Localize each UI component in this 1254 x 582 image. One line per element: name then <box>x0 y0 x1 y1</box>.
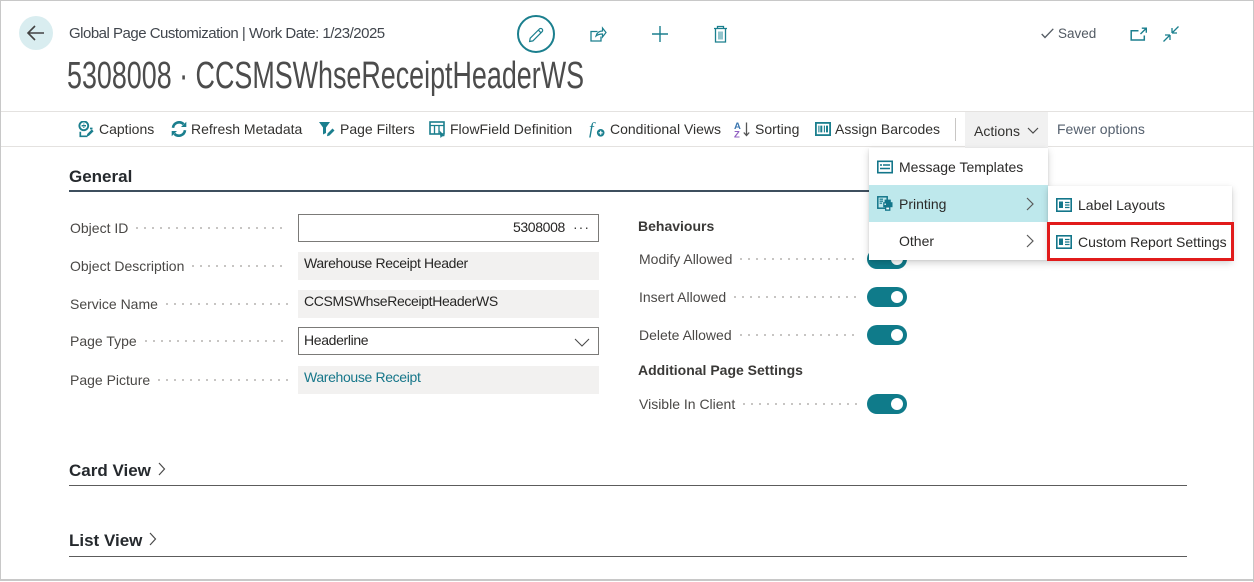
svg-text:Z: Z <box>734 129 740 138</box>
svg-text:5308008 · CCSMSWhseReceiptHead: 5308008 · CCSMSWhseReceiptHeaderWS <box>67 57 584 97</box>
svg-text:f: f <box>589 121 596 138</box>
